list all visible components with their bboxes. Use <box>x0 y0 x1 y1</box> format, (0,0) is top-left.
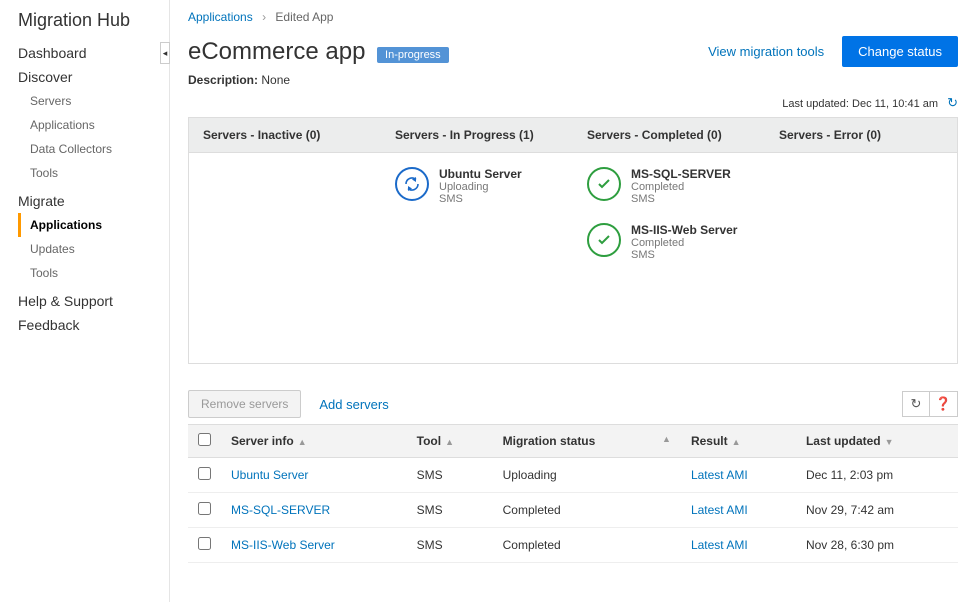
status-badge: In-progress <box>377 47 449 63</box>
page-title: eCommerce app <box>188 38 365 65</box>
add-servers-link[interactable]: Add servers <box>319 397 388 412</box>
last-updated-row: Last updated: Dec 11, 10:41 am ↻ <box>188 95 958 111</box>
server-card[interactable]: MS-IIS-Web Server Completed SMS <box>587 223 751 261</box>
app-logo-title: Migration Hub <box>18 10 169 31</box>
status-col-error <box>765 153 957 363</box>
breadcrumb-current: Edited App <box>275 10 333 24</box>
cell-updated: Dec 11, 2:03 pm <box>796 458 958 493</box>
col-result[interactable]: Result▲ <box>681 425 796 458</box>
cell-updated: Nov 28, 6:30 pm <box>796 528 958 563</box>
sidebar-item-discover[interactable]: Discover <box>18 69 169 85</box>
col-migration-status[interactable]: Migration status▲ <box>493 425 681 458</box>
servers-table: Server info▲ Tool▲ Migration status▲ Res… <box>188 424 958 563</box>
table-refresh-button[interactable]: ↻ <box>902 391 930 417</box>
change-status-button[interactable]: Change status <box>842 36 958 67</box>
sort-desc-icon: ▼ <box>885 437 894 447</box>
server-status: Uploading <box>439 181 522 193</box>
sort-asc-icon: ▲ <box>662 434 671 444</box>
sort-asc-icon: ▲ <box>732 437 741 447</box>
sidebar-item-servers[interactable]: Servers <box>18 89 169 113</box>
last-updated-value: Dec 11, 10:41 am <box>852 98 938 110</box>
server-tool: SMS <box>631 249 737 261</box>
sidebar: Migration Hub ◂ Dashboard Discover Serve… <box>0 0 170 602</box>
server-link[interactable]: MS-IIS-Web Server <box>231 538 335 552</box>
col-tool[interactable]: Tool▲ <box>407 425 493 458</box>
cell-status: Uploading <box>493 458 681 493</box>
server-tool: SMS <box>439 193 522 205</box>
server-name: MS-IIS-Web Server <box>631 223 737 237</box>
cell-tool: SMS <box>407 458 493 493</box>
result-link[interactable]: Latest AMI <box>691 503 748 517</box>
status-col-inprogress-header: Servers - In Progress (1) <box>381 118 573 152</box>
status-board: Servers - Inactive (0) Servers - In Prog… <box>188 117 958 364</box>
server-link[interactable]: MS-SQL-SERVER <box>231 503 330 517</box>
help-button[interactable]: ❓ <box>930 391 958 417</box>
row-checkbox[interactable] <box>198 467 211 480</box>
cell-status: Completed <box>493 528 681 563</box>
sidebar-item-updates[interactable]: Updates <box>18 237 169 261</box>
cell-tool: SMS <box>407 493 493 528</box>
check-icon <box>587 167 621 201</box>
sidebar-item-discover-applications[interactable]: Applications <box>18 113 169 137</box>
status-col-completed-header: Servers - Completed (0) <box>573 118 765 152</box>
sidebar-item-migrate[interactable]: Migrate <box>18 193 169 209</box>
sync-icon <box>395 167 429 201</box>
sidebar-item-migrate-tools[interactable]: Tools <box>18 261 169 285</box>
breadcrumb-root[interactable]: Applications <box>188 10 253 24</box>
description-row: Description: None <box>188 73 958 87</box>
result-link[interactable]: Latest AMI <box>691 538 748 552</box>
table-row: MS-IIS-Web Server SMS Completed Latest A… <box>188 528 958 563</box>
server-tool: SMS <box>631 193 731 205</box>
col-last-updated[interactable]: Last updated▼ <box>796 425 958 458</box>
status-col-inprogress: Ubuntu Server Uploading SMS <box>381 153 573 363</box>
server-card[interactable]: MS-SQL-SERVER Completed SMS <box>587 167 751 205</box>
table-row: MS-SQL-SERVER SMS Completed Latest AMI N… <box>188 493 958 528</box>
check-icon <box>587 223 621 257</box>
sidebar-item-dashboard[interactable]: Dashboard <box>18 45 169 61</box>
col-server-info[interactable]: Server info▲ <box>221 425 407 458</box>
sort-asc-icon: ▲ <box>445 437 454 447</box>
sort-asc-icon: ▲ <box>298 437 307 447</box>
description-value: None <box>261 73 290 87</box>
select-all-checkbox[interactable] <box>198 433 211 446</box>
cell-tool: SMS <box>407 528 493 563</box>
result-link[interactable]: Latest AMI <box>691 468 748 482</box>
server-status: Completed <box>631 181 731 193</box>
chevron-right-icon: › <box>262 10 266 24</box>
server-status: Completed <box>631 237 737 249</box>
last-updated-label: Last updated: <box>782 98 849 110</box>
cell-updated: Nov 29, 7:42 am <box>796 493 958 528</box>
sidebar-item-discover-tools[interactable]: Tools <box>18 161 169 185</box>
remove-servers-button[interactable]: Remove servers <box>188 390 301 418</box>
main-content: Applications › Edited App eCommerce app … <box>170 0 976 602</box>
status-col-inactive-header: Servers - Inactive (0) <box>189 118 381 152</box>
sidebar-item-migrate-applications[interactable]: Applications <box>18 213 169 237</box>
sidebar-item-data-collectors[interactable]: Data Collectors <box>18 137 169 161</box>
server-card[interactable]: Ubuntu Server Uploading SMS <box>395 167 559 205</box>
sidebar-collapse-toggle[interactable]: ◂ <box>160 42 170 64</box>
sidebar-item-feedback[interactable]: Feedback <box>18 317 169 333</box>
breadcrumb: Applications › Edited App <box>188 10 958 24</box>
sidebar-item-help[interactable]: Help & Support <box>18 293 169 309</box>
table-row: Ubuntu Server SMS Uploading Latest AMI D… <box>188 458 958 493</box>
row-checkbox[interactable] <box>198 537 211 550</box>
status-col-completed: MS-SQL-SERVER Completed SMS MS-IIS-Web S… <box>573 153 765 363</box>
description-label: Description: <box>188 73 258 87</box>
row-checkbox[interactable] <box>198 502 211 515</box>
refresh-icon[interactable]: ↻ <box>947 95 958 110</box>
status-col-error-header: Servers - Error (0) <box>765 118 957 152</box>
status-col-inactive <box>189 153 381 363</box>
server-name: MS-SQL-SERVER <box>631 167 731 181</box>
view-migration-tools-link[interactable]: View migration tools <box>708 44 824 59</box>
server-name: Ubuntu Server <box>439 167 522 181</box>
cell-status: Completed <box>493 493 681 528</box>
server-link[interactable]: Ubuntu Server <box>231 468 308 482</box>
